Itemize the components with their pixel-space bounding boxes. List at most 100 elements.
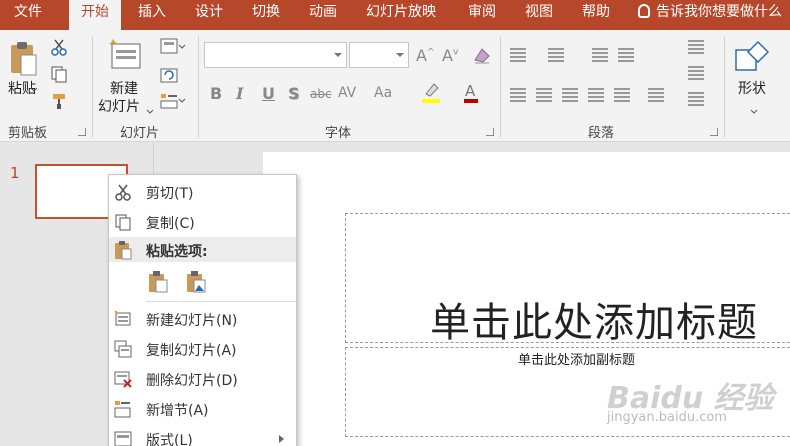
font-color-icon[interactable]: A [462, 82, 482, 104]
menu-item-label: 复制(C) [146, 216, 195, 232]
decrease-indent-icon[interactable] [592, 48, 608, 62]
group-label-clipboard: 剪贴板 [8, 126, 48, 141]
paste-options-label: 粘贴选项: [146, 244, 208, 260]
scissors-icon [114, 183, 132, 201]
bold-button[interactable]: B [210, 84, 222, 103]
layout-icon[interactable] [160, 38, 186, 56]
menu-item-label: 新建幻灯片(N) [146, 313, 238, 329]
tab-insert[interactable]: 插入 [138, 0, 166, 30]
strikethrough-button[interactable]: abc [310, 87, 332, 101]
group-separator [500, 36, 501, 138]
text-direction-icon[interactable] [688, 40, 704, 54]
tab-slideshow[interactable]: 幻灯片放映 [366, 0, 436, 30]
section-icon [114, 400, 132, 418]
tab-design[interactable]: 设计 [195, 0, 223, 30]
increase-indent-icon[interactable] [618, 48, 634, 62]
menu-divider [146, 301, 296, 302]
group-separator [198, 36, 199, 138]
group-separator [92, 36, 93, 138]
chevron-down-icon[interactable] [146, 100, 154, 114]
menu-item-label: 删除幻灯片(D) [146, 373, 238, 389]
menu-item-label: 版式(L) [146, 433, 193, 446]
menu-item-copy[interactable]: 复制(C) [109, 208, 296, 236]
subtitle-placeholder-text[interactable]: 单击此处添加副标题 [518, 349, 635, 368]
new-slide-label[interactable]: 新建 [110, 78, 138, 98]
change-case-button[interactable]: Aa [374, 85, 392, 101]
decrease-font-button[interactable]: Av [442, 46, 458, 65]
align-center-icon[interactable] [536, 88, 552, 102]
scissors-icon[interactable] [50, 38, 68, 56]
tab-help[interactable]: 帮助 [582, 0, 610, 30]
duplicate-slide-icon [114, 340, 132, 358]
ribbon: 粘贴 剪贴板 新建 幻灯片 幻灯片 A^ Av B I U S abc AV A… [0, 30, 790, 142]
underline-button[interactable]: U [262, 84, 275, 103]
columns-icon[interactable] [648, 88, 664, 102]
slide-number: 1 [10, 164, 20, 182]
font-family-combo[interactable] [204, 42, 347, 68]
font-size-combo[interactable] [349, 42, 409, 68]
lightbulb-icon [638, 4, 650, 18]
paragraph-launcher-icon[interactable] [710, 128, 718, 136]
copy-icon[interactable] [50, 65, 68, 83]
tab-transitions[interactable]: 切换 [252, 0, 280, 30]
increase-font-button[interactable]: A^ [416, 46, 435, 65]
watermark-url: jingyan.baidu.com [607, 410, 727, 425]
chevron-down-icon[interactable] [750, 100, 758, 114]
chevron-down-icon[interactable] [334, 53, 342, 57]
tell-me-box[interactable]: 告诉我你想要做什么 [638, 0, 782, 30]
font-launcher-icon[interactable] [486, 128, 494, 136]
tab-animations[interactable]: 动画 [309, 0, 337, 30]
menu-item-cut[interactable]: 剪切(T) [109, 178, 296, 206]
tab-home[interactable]: 开始 [69, 0, 121, 31]
format-painter-icon[interactable] [50, 92, 68, 110]
menu-item-duplicate-slide[interactable]: 复制幻灯片(A) [109, 335, 296, 363]
chevron-down-icon[interactable] [396, 53, 404, 57]
menu-item-label: 剪切(T) [146, 186, 194, 202]
smartart-icon[interactable] [688, 92, 704, 106]
shapes-button[interactable]: 形状 [738, 78, 766, 98]
tab-file[interactable]: 文件 [14, 0, 42, 30]
svg-text:A: A [465, 82, 476, 100]
paste-icon[interactable] [8, 40, 38, 78]
paste-keep-source-icon[interactable] [147, 270, 169, 294]
distributed-icon[interactable] [614, 88, 630, 102]
shapes-icon[interactable] [734, 38, 774, 74]
section-icon[interactable] [160, 92, 186, 110]
bullets-icon[interactable] [510, 48, 526, 62]
menu-item-layout[interactable]: 版式(L) [109, 425, 296, 446]
paste-picture-icon[interactable] [185, 270, 207, 294]
reset-icon[interactable] [160, 66, 180, 84]
layout-icon [114, 430, 132, 446]
align-text-icon[interactable] [688, 66, 704, 80]
chevron-down-icon[interactable] [30, 78, 38, 92]
new-slide-button[interactable]: 幻灯片 [98, 96, 140, 116]
align-left-icon[interactable] [510, 88, 526, 102]
paste-icon [114, 240, 132, 264]
highlight-icon[interactable] [420, 82, 444, 104]
new-slide-icon[interactable] [108, 38, 144, 74]
numbering-icon[interactable] [548, 48, 564, 62]
group-label-font: 字体 [325, 126, 352, 141]
submenu-arrow-icon [279, 435, 284, 443]
group-separator [724, 36, 725, 138]
justify-icon[interactable] [588, 88, 604, 102]
menu-item-delete-slide[interactable]: 删除幻灯片(D) [109, 365, 296, 393]
clipboard-launcher-icon[interactable] [78, 128, 86, 136]
italic-button[interactable]: I [236, 84, 243, 103]
ribbon-tab-bar: 文件 开始 插入 设计 切换 动画 幻灯片放映 审阅 视图 帮助 告诉我你想要做… [0, 0, 790, 31]
delete-slide-icon [114, 370, 132, 388]
shadow-button[interactable]: S [288, 84, 300, 103]
group-label-paragraph: 段落 [588, 126, 615, 141]
align-right-icon[interactable] [562, 88, 578, 102]
clear-formatting-icon[interactable] [472, 46, 492, 64]
new-slide-icon [114, 310, 132, 328]
title-placeholder-text[interactable]: 单击此处添加标题 [430, 290, 758, 348]
menu-item-label: 复制幻灯片(A) [146, 343, 237, 359]
menu-item-add-section[interactable]: 新增节(A) [109, 395, 296, 423]
tab-review[interactable]: 审阅 [468, 0, 496, 30]
character-spacing-button[interactable]: AV [338, 85, 356, 101]
menu-item-new-slide[interactable]: 新建幻灯片(N) [109, 305, 296, 333]
tab-view[interactable]: 视图 [525, 0, 553, 30]
context-menu: 剪切(T) 复制(C) 粘贴选项: 新建幻灯片(N) 复制幻灯片(A) 删除幻灯 [108, 174, 297, 446]
paste-options-header: 粘贴选项: [109, 237, 296, 262]
